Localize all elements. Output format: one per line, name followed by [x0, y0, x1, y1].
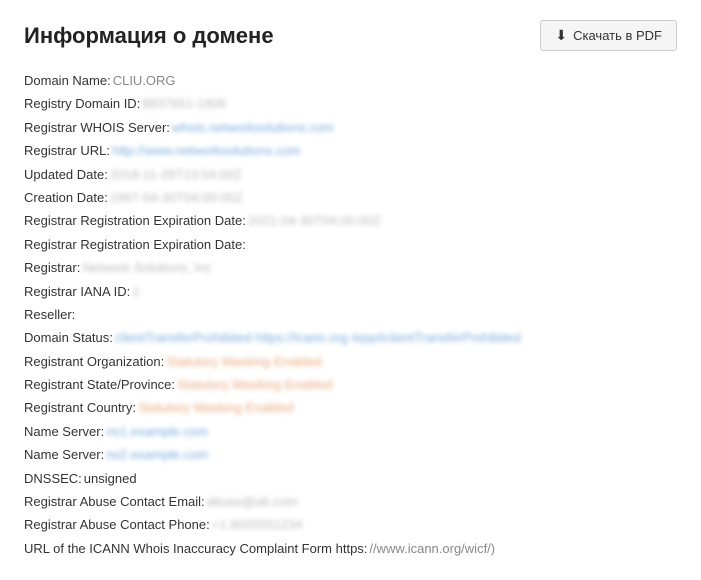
whois-label: Name Server: [24, 420, 104, 443]
whois-row: Domain Status: clientTransferProhibited … [24, 326, 677, 349]
whois-label: Domain Status: [24, 326, 113, 349]
whois-value: whois.networksolutions.com [172, 116, 334, 139]
download-icon: ⬇ [555, 27, 567, 44]
whois-row: Creation Date: 1997-04-30T04:00:00Z [24, 186, 677, 209]
whois-label: Registrant Organization: [24, 350, 164, 373]
page-header: Информация о домене ⬇ Скачать в PDF [24, 20, 677, 51]
whois-row: Name Server: ns2.example.com [24, 443, 677, 466]
whois-value: Statutory Masking Enabled [138, 396, 293, 419]
whois-label: Name Server: [24, 443, 104, 466]
whois-label: Registrar Abuse Contact Phone: [24, 513, 210, 536]
page-title: Информация о домене [24, 23, 274, 49]
whois-value: ns2.example.com [106, 443, 208, 466]
whois-value: unsigned [84, 467, 137, 490]
whois-row: Registrar Registration Expiration Date: … [24, 209, 677, 232]
whois-label: Registrant Country: [24, 396, 136, 419]
whois-label: Reseller: [24, 303, 75, 326]
whois-label: Registrar URL: [24, 139, 110, 162]
whois-value: Statutory Masking Enabled [166, 350, 321, 373]
whois-value: 2021-04-30T04:00:00Z [248, 209, 381, 232]
whois-label: URL of the ICANN Whois Inaccuracy Compla… [24, 537, 367, 560]
whois-value: Statutory Masking Enabled [177, 373, 332, 396]
whois-row: Updated Date: 2018-11-28T13:54:00Z [24, 163, 677, 186]
whois-row: Registrar WHOIS Server: whois.networksol… [24, 116, 677, 139]
whois-label: DNSSEC: [24, 467, 82, 490]
whois-value: abuse@ab.com [207, 490, 298, 513]
whois-value: +1.8005551234 [212, 513, 303, 536]
whois-row: Registrar Abuse Contact Email: abuse@ab.… [24, 490, 677, 513]
whois-value: 2018-11-28T13:54:00Z [110, 163, 242, 186]
whois-row: Reseller: [24, 303, 677, 326]
whois-value: 8837651-1808 [142, 92, 226, 115]
main-container: Информация о домене ⬇ Скачать в PDF Doma… [0, 0, 701, 580]
whois-data-section: Domain Name: CLIU.ORGRegistry Domain ID:… [24, 69, 677, 560]
whois-label: Registrar WHOIS Server: [24, 116, 170, 139]
whois-row: Registry Domain ID: 8837651-1808 [24, 92, 677, 115]
whois-value: 1997-04-30T04:00:00Z [110, 186, 243, 209]
whois-row: Registrar URL: http://www.networksolutio… [24, 139, 677, 162]
whois-row: Name Server: ns1.example.com [24, 420, 677, 443]
whois-row: Registrar Abuse Contact Phone: +1.800555… [24, 513, 677, 536]
whois-label: Registry Domain ID: [24, 92, 140, 115]
whois-value: CLIU.ORG [113, 69, 176, 92]
whois-label: Creation Date: [24, 186, 108, 209]
whois-value: http://www.networksolutions.com [112, 139, 301, 162]
whois-label: Registrar Registration Expiration Date: [24, 209, 246, 232]
whois-value: //www.icann.org/wicf/) [369, 537, 495, 560]
whois-row: Registrant State/Province: Statutory Mas… [24, 373, 677, 396]
whois-row: Registrar Registration Expiration Date: [24, 233, 677, 256]
whois-row: Domain Name: CLIU.ORG [24, 69, 677, 92]
whois-label: Registrar Registration Expiration Date: [24, 233, 246, 256]
whois-label: Updated Date: [24, 163, 108, 186]
whois-label: Registrar Abuse Contact Email: [24, 490, 205, 513]
whois-row: Registrant Country: Statutory Masking En… [24, 396, 677, 419]
download-pdf-button[interactable]: ⬇ Скачать в PDF [540, 20, 677, 51]
whois-row: Registrant Organization: Statutory Maski… [24, 350, 677, 373]
whois-label: Domain Name: [24, 69, 111, 92]
pdf-button-label: Скачать в PDF [573, 28, 662, 43]
whois-value: ns1.example.com [106, 420, 208, 443]
whois-row: URL of the ICANN Whois Inaccuracy Compla… [24, 537, 677, 560]
whois-value: Network Solutions, Inc [82, 256, 211, 279]
whois-value: 2 [132, 280, 139, 303]
whois-label: Registrar: [24, 256, 80, 279]
whois-row: Registrar: Network Solutions, Inc [24, 256, 677, 279]
whois-row: Registrar IANA ID: 2 [24, 280, 677, 303]
whois-row: DNSSEC: unsigned [24, 467, 677, 490]
whois-value: clientTransferProhibited https://icann.o… [115, 326, 521, 349]
whois-label: Registrant State/Province: [24, 373, 175, 396]
whois-label: Registrar IANA ID: [24, 280, 130, 303]
